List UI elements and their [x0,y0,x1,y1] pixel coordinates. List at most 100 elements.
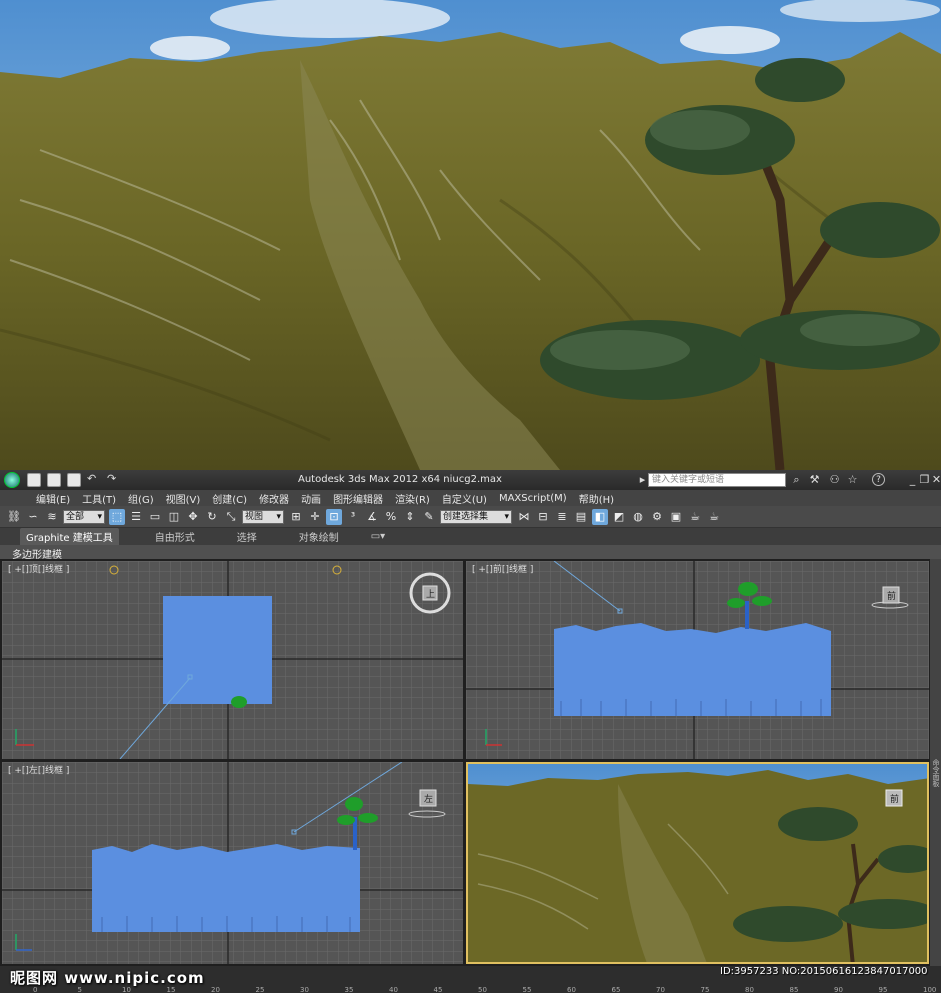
timeline-tick: 80 [745,986,754,993]
watermark-id: ID:3957233 NO:20150616123847017000 [720,966,928,977]
reference-coord-dropdown[interactable]: 视图 [242,509,284,524]
edit-named-selection-icon[interactable]: ✎ [421,509,437,525]
menu-bar: 编辑(E) 工具(T) 组(G) 视图(V) 创建(C) 修改器 动画 图形编辑… [0,490,941,506]
render-iterative-icon[interactable]: ☕ [706,509,722,525]
move-icon[interactable]: ✥ [185,509,201,525]
open-file-icon[interactable] [47,473,61,487]
timeline-tick: 30 [300,986,309,993]
percent-snap-icon[interactable]: % [383,509,399,525]
rotate-icon[interactable]: ↻ [204,509,220,525]
timeline-tick: 100 [923,986,937,993]
menu-animation[interactable]: 动画 [301,491,321,506]
star-icon[interactable]: ☆ [846,473,859,486]
main-toolbar: ⛓ ∽ ≋ 全部 ⬚ ☰ ▭ ◫ ✥ ↻ ⤡ 视图 ⊞ ✛ ⊡ ³ ∡ % ⇕ … [0,506,941,528]
rendered-frame-icon[interactable]: ▣ [668,509,684,525]
timeline-tick: 95 [878,986,888,993]
snaps-toggle-icon[interactable]: ³ [345,509,361,525]
viewport-front[interactable]: [ +[]前[]线框 ] 前 [466,561,929,759]
render-production-icon[interactable]: ☕ [687,509,703,525]
viewport-front-label[interactable]: [ +[]前[]线框 ] [472,562,533,575]
rect-selection-icon[interactable]: ▭ [147,509,163,525]
keyboard-shortcut-icon[interactable]: ⊡ [326,508,342,525]
tab-object-paint[interactable]: 对象绘制 [293,528,345,545]
timeline-tick: 25 [255,986,265,993]
timeline-tick: 50 [478,986,487,993]
menu-maxscript[interactable]: MAXScript(M) [499,493,567,504]
viewcube-persp-face[interactable]: 前 [890,792,899,805]
window-title: Autodesk 3ds Max 2012 x64 niucg2.max [298,474,502,485]
menu-group[interactable]: 组(G) [128,491,154,506]
redo-icon[interactable]: ↷ [107,473,121,487]
scale-icon[interactable]: ⤡ [223,509,239,525]
material-editor-icon[interactable]: ◍ [630,509,646,525]
curve-editor-icon[interactable]: ◧ [592,508,608,525]
named-selection-dropdown[interactable]: 创建选择集 [440,509,512,524]
menu-create[interactable]: 创建(C) [212,491,247,506]
tools-icon[interactable]: ⚒ [808,473,821,486]
viewcube-front-face[interactable]: 前 [887,589,896,602]
binoculars-icon[interactable]: ⌕ [790,473,803,486]
viewcube-top-face[interactable]: 上 [426,587,435,600]
menu-tools[interactable]: 工具(T) [82,491,116,506]
select-manipulate-icon[interactable]: ✛ [307,509,323,525]
timeline-tick: 60 [567,986,576,993]
watermark-logo: 昵图网 www.nipic.com [10,969,205,987]
link-icon[interactable]: ⛓ [6,509,22,525]
ribbon-tabs: Graphite 建模工具 自由形式 选择 对象绘制 ▭▾ [0,528,941,545]
menu-help[interactable]: 帮助(H) [579,491,614,506]
title-bar: ↶ ↷ Autodesk 3ds Max 2012 x64 niucg2.max… [0,470,941,490]
help-search-input[interactable]: 键入关键字或短语 [648,473,786,487]
close-icon[interactable]: ✕ [930,473,941,486]
viewport-left[interactable]: [ +[]左[]线框 ] 左 [2,762,463,964]
timeline-tick: 70 [656,986,665,993]
viewport-top-label[interactable]: [ +[]顶[]线框 ] [8,562,69,575]
timeline-tick: 35 [344,986,354,993]
angle-snap-icon[interactable]: ∡ [364,509,380,525]
align-icon[interactable]: ⊟ [535,509,551,525]
command-panel-strip[interactable]: 命令面板 [930,559,941,966]
selection-filter-dropdown[interactable]: 全部 [63,509,105,524]
app-logo-icon[interactable] [0,470,24,490]
viewcube-left-face[interactable]: 左 [424,792,433,805]
viewport-perspective[interactable]: 前 [466,762,929,964]
viewport-top[interactable]: [ +[]顶[]线框 ] 上 [2,561,463,759]
timeline-tick: 40 [389,986,398,993]
tab-selection[interactable]: 选择 [231,528,263,545]
pivot-icon[interactable]: ⊞ [288,509,304,525]
menu-edit[interactable]: 编辑(E) [36,491,70,506]
rendered-landscape [0,0,941,470]
save-file-icon[interactable] [67,473,81,487]
new-file-icon[interactable] [27,473,41,487]
menu-views[interactable]: 视图(V) [166,491,201,506]
time-slider-ruler[interactable]: 0 5 10 15 20 25 30 35 40 45 50 55 60 65 70 75 80 85 90 95 10… [0,966,941,993]
viewport-area: [ +[]顶[]线框 ] 上 [+[]前[]线框] 前 [+[]左[]线框… [0,559,941,966]
select-object-icon[interactable]: ⬚ [109,508,125,525]
menu-modifiers[interactable]: 修改器 [259,491,289,506]
timeline-tick: 65 [611,986,621,993]
people-icon[interactable]: ⚇ [828,473,841,486]
window-crossing-icon[interactable]: ◫ [166,509,182,525]
command-panel-label: 命令面板 [932,759,940,787]
timeline-tick: 20 [211,986,220,993]
ribbon-options-icon[interactable]: ▭▾ [365,530,391,543]
tab-graphite[interactable]: Graphite 建模工具 [20,528,119,545]
tab-freeform[interactable]: 自由形式 [149,528,201,545]
timeline-tick: 55 [522,986,532,993]
menu-customize[interactable]: 自定义(U) [442,491,487,506]
spinner-snap-icon[interactable]: ⇕ [402,509,418,525]
undo-icon[interactable]: ↶ [87,473,101,487]
help-icon[interactable]: ? [872,473,885,486]
mirror-icon[interactable]: ⋈ [516,509,532,525]
timeline-tick: 85 [789,986,799,993]
viewport-left-label[interactable]: [ +[]左[]线框 ] [8,763,69,776]
bind-space-warp-icon[interactable]: ≋ [44,509,60,525]
menu-graph-editors[interactable]: 图形编辑器 [333,491,383,506]
render-setup-icon[interactable]: ⚙ [649,509,665,525]
select-by-name-icon[interactable]: ☰ [128,509,144,525]
graphite-toggle-icon[interactable]: ▤ [573,509,589,525]
unlink-icon[interactable]: ∽ [25,509,41,525]
timeline-tick: 75 [700,986,710,993]
menu-rendering[interactable]: 渲染(R) [395,491,430,506]
schematic-view-icon[interactable]: ◩ [611,509,627,525]
layer-manager-icon[interactable]: ≣ [554,509,570,525]
